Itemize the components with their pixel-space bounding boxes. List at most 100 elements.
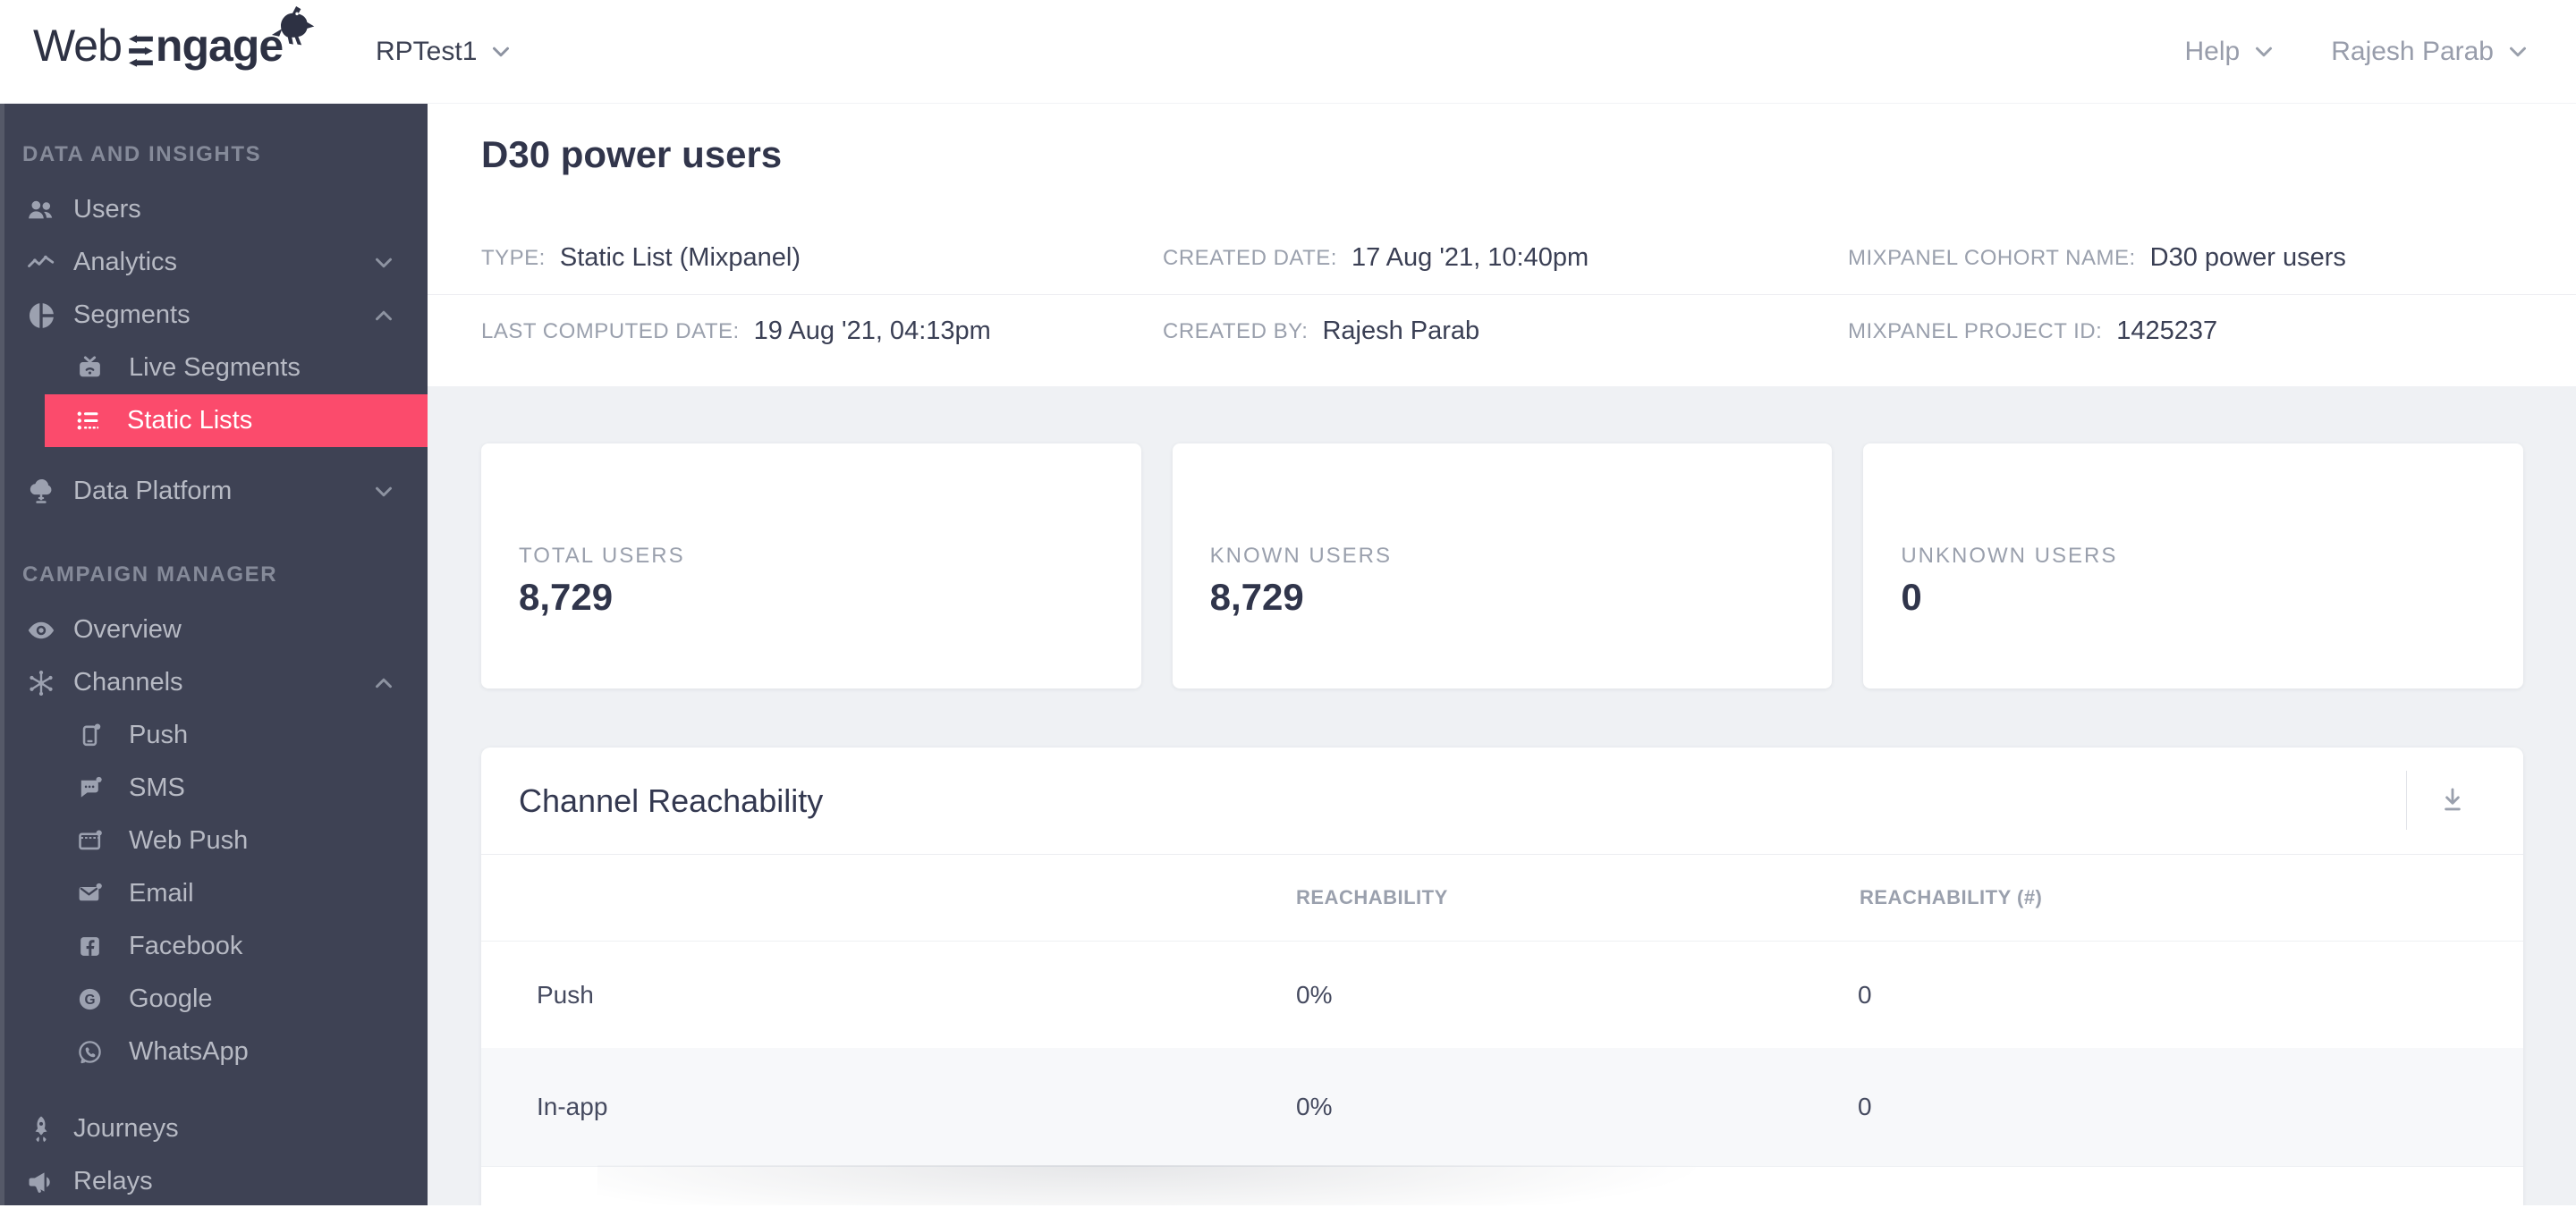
- meta-row-1: TYPE: Static List (Mixpanel) CREATED DAT…: [428, 222, 2576, 294]
- stat-label: KNOWN USERS: [1209, 544, 1393, 568]
- stat-card-total-users: TOTAL USERS 8,729: [481, 443, 1141, 688]
- user-menu[interactable]: Rajesh Parab: [2331, 37, 2531, 67]
- meta-value: Rajesh Parab: [1322, 317, 1480, 345]
- sidebar-item-label: Push: [129, 721, 189, 749]
- section-data-and-insights: DATA AND INSIGHTS: [22, 142, 262, 166]
- meta-label: MIXPANEL COHORT NAME:: [1848, 245, 2136, 270]
- download-button[interactable]: [2426, 773, 2479, 827]
- main-content: D30 power users TYPE: Static List (Mixpa…: [428, 103, 2576, 1205]
- meta-value: 19 Aug '21, 04:13pm: [753, 317, 991, 345]
- stat-value: 8,729: [1209, 576, 1304, 618]
- meta-project-id: MIXPANEL PROJECT ID: 1425237: [1848, 295, 2217, 367]
- sidebar-item-label: Analytics: [73, 248, 178, 276]
- sidebar-item-label: SMS: [129, 773, 185, 802]
- stat-value: 0: [1901, 576, 1922, 618]
- table-row-push: Push 0% 0: [481, 942, 2523, 1048]
- sidebar-item-facebook[interactable]: Facebook: [0, 920, 428, 973]
- sidebar-item-label: Overview: [73, 615, 182, 644]
- relays-megaphone-icon: [23, 1164, 59, 1200]
- stat-value: 8,729: [519, 576, 614, 618]
- user-name: Rajesh Parab: [2331, 36, 2494, 66]
- sidebar-item-label: Users: [73, 195, 141, 224]
- sidebar-item-journeys[interactable]: Journeys: [0, 1102, 428, 1155]
- sidebar-item-analytics[interactable]: Analytics: [0, 236, 428, 289]
- meta-row-2: LAST COMPUTED DATE: 19 Aug '21, 04:13pm …: [428, 294, 2576, 367]
- column-header-reachability-count: REACHABILITY (#): [1860, 886, 2043, 908]
- sidebar-item-label: Segments: [73, 300, 191, 329]
- meta-value: D30 power users: [2149, 243, 2346, 272]
- reachability-count-cell: 0: [1858, 1093, 1872, 1120]
- meta-type: TYPE: Static List (Mixpanel): [481, 222, 801, 294]
- sidebar-item-relays[interactable]: Relays: [0, 1155, 428, 1208]
- logo-e-arrows-icon: [128, 34, 154, 67]
- meta-value: Static List (Mixpanel): [559, 243, 801, 272]
- help-label: Help: [2184, 36, 2241, 66]
- topbar-right: Help Rajesh Parab: [2185, 0, 2531, 103]
- chevron-up-icon: [370, 670, 397, 697]
- meta-value: 17 Aug '21, 10:40pm: [1351, 243, 1589, 272]
- facebook-icon: [72, 929, 107, 965]
- logo-text-web: Web: [33, 21, 123, 71]
- sidebar-item-label: Web Push: [129, 826, 249, 855]
- sidebar-item-channels[interactable]: Channels: [0, 656, 428, 709]
- sidebar-item-label: Journeys: [73, 1114, 179, 1143]
- channel-cell: Push: [537, 980, 594, 1009]
- chevron-up-icon: [370, 302, 397, 329]
- chevron-down-icon: [2504, 38, 2531, 65]
- sidebar-item-users[interactable]: Users: [0, 183, 428, 236]
- stat-label: TOTAL USERS: [519, 544, 685, 568]
- help-menu[interactable]: Help: [2185, 37, 2278, 67]
- sms-chat-icon: [72, 771, 107, 807]
- table-row-in-app: In-app 0% 0: [481, 1048, 2523, 1167]
- google-icon: G: [72, 982, 107, 1018]
- sidebar: DATA AND INSIGHTS Users Analytics Segmen…: [0, 103, 428, 1205]
- meta-created-by: CREATED BY: Rajesh Parab: [1163, 295, 1479, 367]
- project-selector[interactable]: RPTest1: [376, 0, 514, 103]
- page-header: D30 power users TYPE: Static List (Mixpa…: [428, 103, 2576, 386]
- sidebar-item-email[interactable]: Email: [0, 867, 428, 920]
- channel-reachability-panel: Channel Reachability REACHABILITY REACHA…: [481, 748, 2523, 1205]
- meta-label: TYPE:: [481, 245, 546, 270]
- sidebar-item-live-segments[interactable]: Live Segments: [0, 342, 428, 394]
- sidebar-item-push[interactable]: Push: [0, 709, 428, 762]
- download-icon: [2437, 785, 2468, 815]
- push-phone-icon: [72, 718, 107, 754]
- section-campaign-manager: CAMPAIGN MANAGER: [22, 562, 278, 587]
- sidebar-item-label: Email: [129, 879, 194, 908]
- stat-cards: TOTAL USERS 8,729 KNOWN USERS 8,729 UNKN…: [481, 443, 2523, 688]
- sidebar-item-data-platform[interactable]: Data Platform: [0, 465, 428, 518]
- chevron-down-icon: [370, 478, 397, 505]
- stat-card-unknown-users: UNKNOWN USERS 0: [1863, 443, 2523, 688]
- sidebar-item-google[interactable]: G Google: [0, 973, 428, 1026]
- table-header-row: REACHABILITY REACHABILITY (#): [481, 855, 2523, 942]
- meta-created-date: CREATED DATE: 17 Aug '21, 10:40pm: [1163, 222, 1589, 294]
- meta-label: CREATED DATE:: [1163, 245, 1337, 270]
- sidebar-item-sms[interactable]: SMS: [0, 762, 428, 815]
- meta-label: CREATED BY:: [1163, 318, 1309, 343]
- sidebar-item-label: Google: [129, 984, 213, 1013]
- sidebar-item-whatsapp[interactable]: WhatsApp: [0, 1026, 428, 1078]
- sidebar-item-segments[interactable]: Segments: [0, 289, 428, 342]
- channels-network-icon: [23, 665, 59, 701]
- column-header-reachability: REACHABILITY: [1296, 886, 1448, 908]
- sidebar-item-web-push[interactable]: Web Push: [0, 815, 428, 867]
- meta-cohort-name: MIXPANEL COHORT NAME: D30 power users: [1848, 222, 2346, 294]
- webengage-logo[interactable]: Web ngage: [33, 5, 315, 72]
- stat-label: UNKNOWN USERS: [1901, 544, 2118, 568]
- sidebar-item-label: Facebook: [129, 932, 243, 960]
- sidebar-item-label: Static Lists: [127, 406, 253, 435]
- logo-text-engage: ngage: [155, 21, 284, 71]
- svg-text:G: G: [84, 993, 95, 1008]
- segments-pie-icon: [23, 298, 59, 334]
- meta-label: MIXPANEL PROJECT ID:: [1848, 318, 2103, 343]
- sidebar-item-static-lists[interactable]: Static Lists: [45, 394, 428, 447]
- email-envelope-icon: [72, 876, 107, 912]
- bottom-overlay-shadow: [597, 1165, 1939, 1205]
- meta-last-computed: LAST COMPUTED DATE: 19 Aug '21, 04:13pm: [481, 295, 991, 367]
- reachability-cell: 0%: [1296, 1093, 1333, 1120]
- sidebar-item-label: Relays: [73, 1167, 153, 1195]
- live-segments-icon: [72, 351, 107, 386]
- eye-icon: [23, 612, 59, 648]
- panel-header: Channel Reachability: [481, 748, 2523, 855]
- sidebar-item-overview[interactable]: Overview: [0, 604, 428, 656]
